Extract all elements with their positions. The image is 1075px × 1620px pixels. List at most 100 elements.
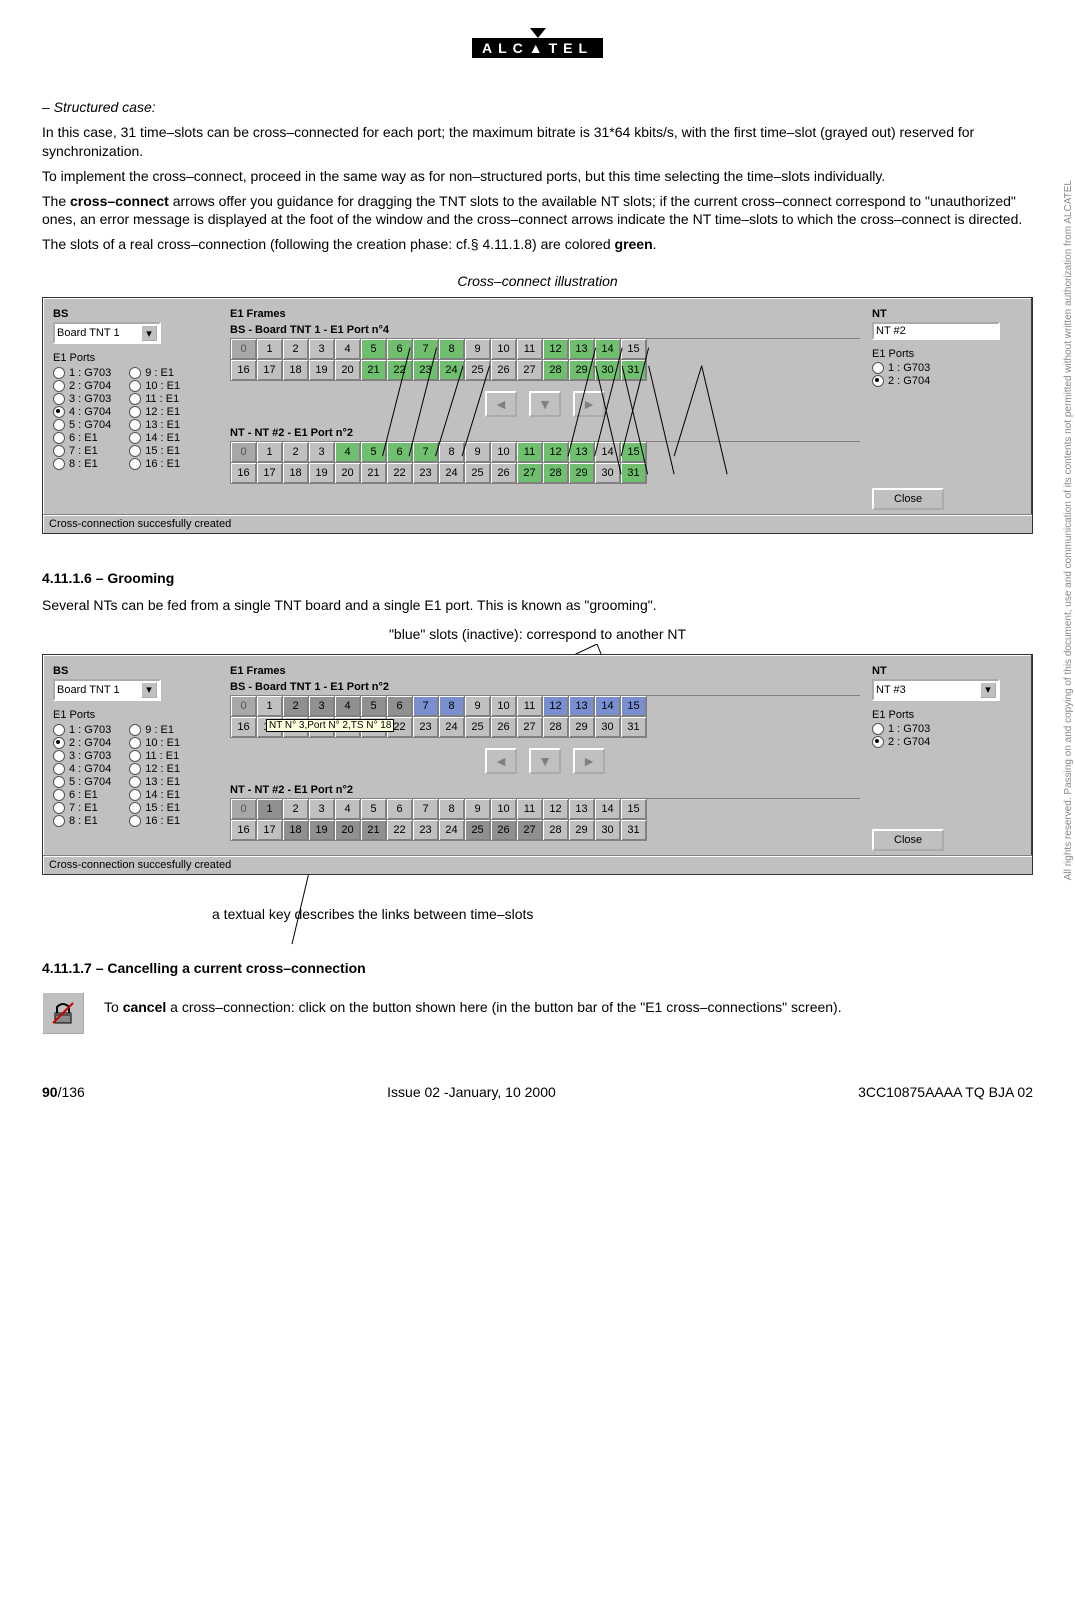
timeslot-cell[interactable]: 30 xyxy=(595,463,621,484)
timeslot-cell[interactable]: 22 xyxy=(387,360,413,381)
timeslot-cell[interactable]: 31 xyxy=(621,820,647,841)
timeslot-cell[interactable]: 18 xyxy=(283,360,309,381)
timeslot-cell[interactable]: 28 xyxy=(543,717,569,738)
bs-board-select[interactable]: Board TNT 1▾ xyxy=(53,679,161,701)
timeslot-cell[interactable]: 19 xyxy=(309,820,335,841)
e1-port-radio[interactable]: 10 : E1 xyxy=(129,380,180,392)
timeslot-cell[interactable]: 29 xyxy=(569,820,595,841)
close-button[interactable]: Close xyxy=(872,488,944,510)
timeslot-cell[interactable]: 1 xyxy=(257,696,283,717)
timeslot-cell[interactable]: 24 xyxy=(439,463,465,484)
timeslot-cell[interactable]: 6 xyxy=(387,799,413,820)
timeslot-cell[interactable]: 15 xyxy=(621,339,647,360)
timeslot-cell[interactable]: 5 xyxy=(361,799,387,820)
e1-port-radio[interactable]: 3 : G703 xyxy=(53,750,111,762)
timeslot-cell[interactable]: 20 xyxy=(335,463,361,484)
e1-port-radio[interactable]: 4 : G704 xyxy=(53,763,111,775)
e1-port-radio[interactable]: 12 : E1 xyxy=(129,763,180,775)
timeslot-cell[interactable]: 23 xyxy=(413,463,439,484)
e1-port-radio[interactable]: 7 : E1 xyxy=(53,445,111,457)
timeslot-cell[interactable]: 29 xyxy=(569,717,595,738)
timeslot-cell[interactable]: 2 xyxy=(283,799,309,820)
e1-port-radio[interactable]: 7 : E1 xyxy=(53,802,111,814)
timeslot-cell[interactable]: 23 xyxy=(413,820,439,841)
timeslot-cell[interactable]: 12 xyxy=(543,799,569,820)
e1-port-radio[interactable]: 5 : G704 xyxy=(53,776,111,788)
timeslot-cell[interactable]: 23 xyxy=(413,360,439,381)
timeslot-cell[interactable]: 28 xyxy=(543,820,569,841)
e1-port-radio[interactable]: 11 : E1 xyxy=(129,750,180,762)
e1-port-radio[interactable]: 14 : E1 xyxy=(129,789,180,801)
timeslot-cell[interactable]: 4 xyxy=(335,799,361,820)
e1-port-radio[interactable]: 16 : E1 xyxy=(129,815,180,827)
timeslot-cell[interactable]: 26 xyxy=(491,717,517,738)
timeslot-cell[interactable]: 28 xyxy=(543,463,569,484)
bs-board-select[interactable]: Board TNT 1▾ xyxy=(53,322,161,344)
timeslot-cell[interactable]: 6 xyxy=(387,696,413,717)
timeslot-cell[interactable]: 31 xyxy=(621,360,647,381)
timeslot-cell[interactable]: 10 xyxy=(491,696,517,717)
e1-port-radio[interactable]: 1 : G703 xyxy=(53,367,111,379)
timeslot-cell[interactable]: 12 xyxy=(543,696,569,717)
nt-select[interactable]: NT #2 xyxy=(872,322,1000,340)
e1-port-radio[interactable]: 15 : E1 xyxy=(129,445,180,457)
e1-port-radio[interactable]: 4 : G704 xyxy=(53,406,111,418)
timeslot-cell[interactable]: 19 xyxy=(309,463,335,484)
timeslot-cell[interactable]: 4 xyxy=(335,696,361,717)
timeslot-cell[interactable]: 9 xyxy=(465,696,491,717)
timeslot-cell[interactable]: 25 xyxy=(465,717,491,738)
arrow-down-button[interactable]: ▼ xyxy=(529,391,561,417)
timeslot-cell[interactable]: 0 xyxy=(231,442,257,463)
timeslot-cell[interactable]: 25 xyxy=(465,820,491,841)
timeslot-cell[interactable]: 12 xyxy=(543,442,569,463)
timeslot-cell[interactable]: 14 xyxy=(595,696,621,717)
cancel-crossconnect-icon[interactable] xyxy=(42,992,84,1034)
timeslot-cell[interactable]: 3 xyxy=(309,442,335,463)
e1-port-radio[interactable]: 11 : E1 xyxy=(129,393,180,405)
timeslot-cell[interactable]: 13 xyxy=(569,442,595,463)
nt-select[interactable]: NT #3▾ xyxy=(872,679,1000,701)
timeslot-cell[interactable]: 6 xyxy=(387,339,413,360)
timeslot-cell[interactable]: 17 xyxy=(257,820,283,841)
timeslot-cell[interactable]: 7 xyxy=(413,339,439,360)
timeslot-cell[interactable]: 0 xyxy=(231,696,257,717)
timeslot-cell[interactable]: 27 xyxy=(517,820,543,841)
timeslot-cell[interactable]: 22 xyxy=(387,463,413,484)
timeslot-cell[interactable]: 16 xyxy=(231,463,257,484)
e1-port-radio[interactable]: 12 : E1 xyxy=(129,406,180,418)
timeslot-cell[interactable]: 10 xyxy=(491,799,517,820)
timeslot-cell[interactable]: 4 xyxy=(335,339,361,360)
timeslot-cell[interactable]: 2 xyxy=(283,696,309,717)
timeslot-cell[interactable]: 24 xyxy=(439,360,465,381)
timeslot-cell[interactable]: 21 xyxy=(361,820,387,841)
timeslot-cell[interactable]: 30 xyxy=(595,820,621,841)
timeslot-cell[interactable]: 14 xyxy=(595,442,621,463)
timeslot-cell[interactable]: 21 xyxy=(361,360,387,381)
timeslot-cell[interactable]: 23 xyxy=(413,717,439,738)
timeslot-cell[interactable]: 29 xyxy=(569,463,595,484)
arrow-right-button[interactable]: ► xyxy=(573,391,605,417)
timeslot-cell[interactable]: 13 xyxy=(569,696,595,717)
e1-port-radio[interactable]: 3 : G703 xyxy=(53,393,111,405)
timeslot-cell[interactable]: 22 xyxy=(387,820,413,841)
e1-port-radio[interactable]: 13 : E1 xyxy=(129,419,180,431)
timeslot-cell[interactable]: 11 xyxy=(517,339,543,360)
timeslot-cell[interactable]: 9 xyxy=(465,339,491,360)
timeslot-cell[interactable]: 28 xyxy=(543,360,569,381)
close-button[interactable]: Close xyxy=(872,829,944,851)
e1-port-radio[interactable]: 6 : E1 xyxy=(53,789,111,801)
e1-port-radio[interactable]: 9 : E1 xyxy=(129,367,180,379)
e1-port-radio[interactable]: 16 : E1 xyxy=(129,458,180,470)
e1-port-radio[interactable]: 1 : G703 xyxy=(872,723,1022,735)
e1-port-radio[interactable]: 13 : E1 xyxy=(129,776,180,788)
timeslot-cell[interactable]: 15 xyxy=(621,799,647,820)
e1-port-radio[interactable]: 14 : E1 xyxy=(129,432,180,444)
arrow-right-button[interactable]: ► xyxy=(573,748,605,774)
timeslot-cell[interactable]: 14 xyxy=(595,339,621,360)
timeslot-cell[interactable]: 7 xyxy=(413,696,439,717)
timeslot-cell[interactable]: 10 xyxy=(491,442,517,463)
timeslot-cell[interactable]: 11 xyxy=(517,442,543,463)
timeslot-cell[interactable]: 11 xyxy=(517,799,543,820)
timeslot-cell[interactable]: 10 xyxy=(491,339,517,360)
e1-port-radio[interactable]: 1 : G703 xyxy=(872,362,1022,374)
